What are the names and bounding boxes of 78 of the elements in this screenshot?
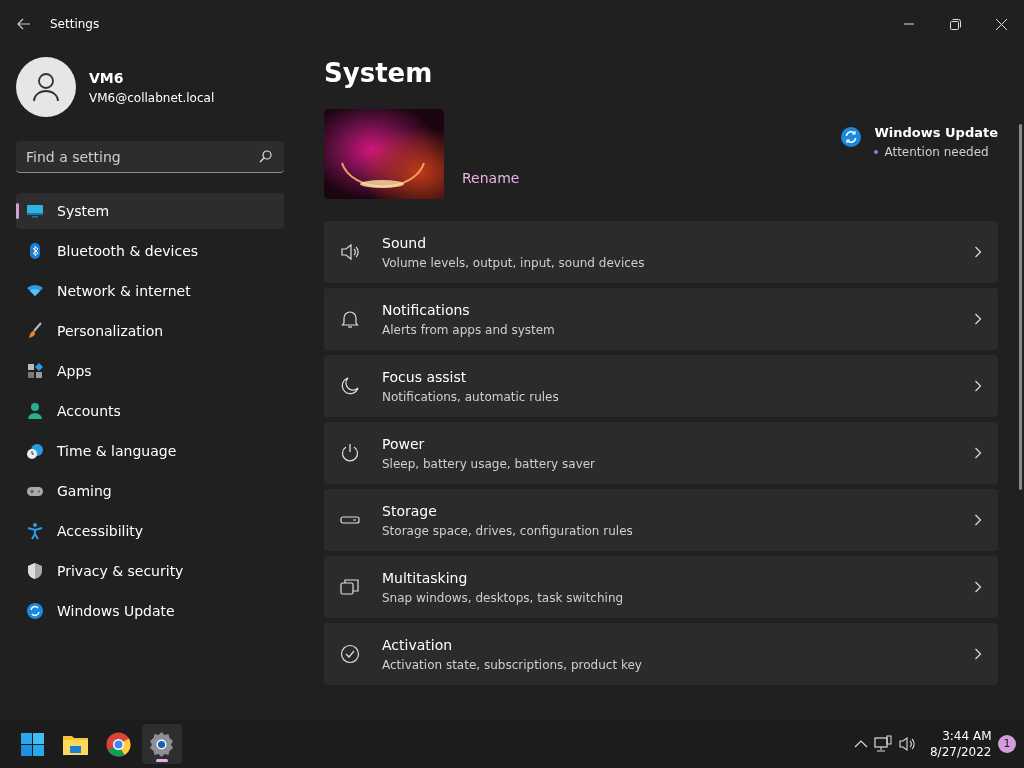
close-icon: [995, 18, 1007, 30]
clock-date: 8/27/2022: [929, 744, 992, 760]
bell-icon: [340, 309, 360, 329]
settings-card[interactable]: Notifications Alerts from apps and system: [324, 288, 998, 350]
page-title: System: [324, 57, 434, 90]
speaker-icon: [340, 242, 360, 262]
update-status: Attention needed: [884, 143, 989, 161]
card-subtitle: Storage space, drives, configuration rules: [382, 522, 634, 540]
update-icon: [26, 602, 44, 620]
sync-icon: [841, 127, 862, 148]
clock-globe-icon: [26, 442, 44, 460]
search-icon: [259, 150, 272, 163]
nav-item[interactable]: Windows Update: [16, 593, 284, 629]
chevron-right-icon: [974, 648, 982, 660]
nav-item[interactable]: Apps: [16, 353, 284, 389]
card-title: Focus assist: [382, 367, 468, 387]
volume-icon[interactable]: [898, 735, 917, 753]
user-name: VM6: [89, 68, 125, 88]
shield-icon: [26, 562, 44, 580]
update-title[interactable]: Windows Update: [874, 123, 998, 143]
checkmark-circle-icon: [340, 644, 360, 664]
nav-item[interactable]: Bluetooth & devices: [16, 233, 284, 269]
restore-icon: [949, 18, 961, 30]
chevron-right-icon: [974, 514, 982, 526]
card-title: Storage: [382, 501, 438, 521]
card-subtitle: Notifications, automatic rules: [382, 388, 560, 406]
nav-item[interactable]: System: [16, 193, 284, 229]
nav-item[interactable]: Time & language: [16, 433, 284, 469]
taskbar-button[interactable]: [141, 724, 182, 764]
notification-badge[interactable]: 1: [998, 735, 1016, 753]
chevron-right-icon: [974, 380, 982, 392]
settings-card[interactable]: Activation Activation state, subscriptions, product key: [324, 623, 998, 685]
chevron-right-icon: [974, 246, 982, 258]
nav-item[interactable]: Network & internet: [16, 273, 284, 309]
back-icon[interactable]: [16, 16, 32, 32]
card-subtitle: Activation state, subscriptions, product key: [382, 656, 643, 674]
brush-icon: [26, 322, 44, 340]
active-indicator: [155, 759, 168, 762]
card-subtitle: Sleep, battery usage, battery saver: [382, 455, 597, 473]
search-field[interactable]: Find a setting: [16, 141, 284, 173]
power-icon: [340, 443, 360, 463]
person-icon: [33, 73, 59, 101]
window-title: Settings: [50, 16, 100, 33]
accessibility-icon: [26, 522, 44, 540]
rename-link[interactable]: Rename: [462, 168, 520, 189]
settings-card[interactable]: Sound Volume levels, output, input, sound devices: [324, 221, 998, 283]
card-title: Activation: [382, 635, 454, 655]
monitor-icon: [26, 202, 44, 220]
card-subtitle: Snap windows, desktops, task switching: [382, 589, 625, 607]
nav-item[interactable]: Accounts: [16, 393, 284, 429]
settings-card[interactable]: Power Sleep, battery usage, battery saver: [324, 422, 998, 484]
card-subtitle: Alerts from apps and system: [382, 321, 556, 339]
status-dot: [874, 149, 879, 154]
clock-time: 3:44 AM: [941, 728, 992, 744]
user-email: VM6@collabnet.local: [89, 89, 215, 107]
chevron-right-icon: [974, 447, 982, 459]
chevron-right-icon: [974, 581, 982, 593]
scrollbar[interactable]: [1019, 124, 1022, 490]
settings-card[interactable]: Focus assist Notifications, automatic rules: [324, 355, 998, 417]
nav-item[interactable]: Personalization: [16, 313, 284, 349]
nav-item[interactable]: Gaming: [16, 473, 284, 509]
settings-card[interactable]: Storage Storage space, drives, configuration rules: [324, 489, 998, 551]
person-icon: [26, 402, 44, 420]
moon-icon: [340, 376, 360, 396]
card-title: Notifications: [382, 300, 471, 320]
windows-stack-icon: [340, 577, 360, 597]
network-icon[interactable]: [874, 735, 893, 753]
chevron-right-icon: [974, 313, 982, 325]
settings-card[interactable]: Multitasking Snap windows, desktops, task switching: [324, 556, 998, 618]
nav-item[interactable]: Privacy & security: [16, 553, 284, 589]
clock[interactable]: 3:44 AM 8/27/2022: [929, 728, 992, 760]
card-title: Sound: [382, 233, 428, 253]
card-title: Multitasking: [382, 568, 469, 588]
selection-indicator: [16, 203, 19, 219]
nav-item[interactable]: Accessibility: [16, 513, 284, 549]
apps-icon: [26, 362, 44, 380]
card-subtitle: Volume levels, output, input, sound devices: [382, 254, 646, 272]
card-title: Power: [382, 434, 426, 454]
